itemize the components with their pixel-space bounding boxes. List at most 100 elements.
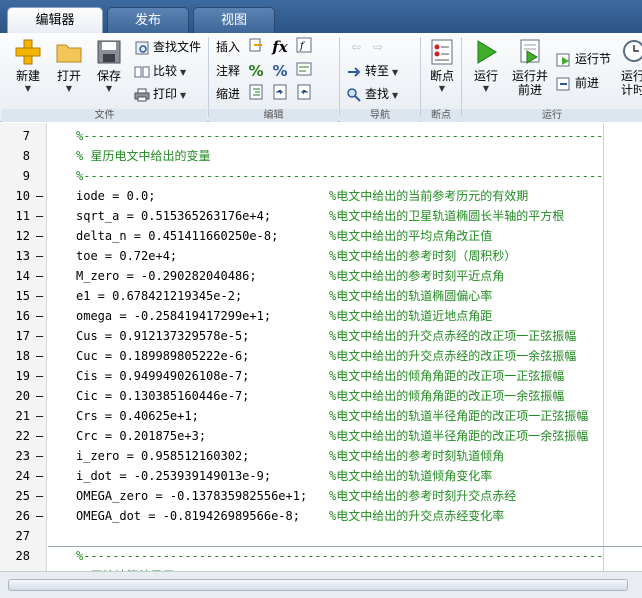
- breakpoint-marker[interactable]: —: [36, 286, 43, 306]
- wrap-comments-icon[interactable]: [294, 61, 314, 81]
- compare-icon: [134, 66, 150, 77]
- code-line[interactable]: 8 % 星历电文中给出的变量: [0, 146, 642, 166]
- code-line[interactable]: 17 — Cus = 0.912137329578e-5; %电文中给出的升交点赤经的…: [0, 326, 642, 346]
- inline-comment: %电文中给出的升交点赤经变化率: [329, 509, 505, 523]
- inline-comment: %电文中给出的倾角角距的改正项一余弦振幅: [329, 389, 565, 403]
- code-text: Crs = 0.40625e+1;: [76, 409, 199, 423]
- code-text: iode = 0.0;: [76, 189, 156, 203]
- decrease-indent-icon[interactable]: [294, 84, 314, 104]
- breakpoint-marker[interactable]: —: [36, 406, 43, 426]
- breakpoint-marker[interactable]: —: [36, 346, 43, 366]
- find-label: 查找: [365, 87, 390, 101]
- line-number: 13: [15, 249, 30, 263]
- breakpoint-marker[interactable]: —: [36, 506, 43, 526]
- comment-percent-icon[interactable]: %: [246, 61, 266, 81]
- advance-button[interactable]: 前进: [556, 73, 599, 93]
- code-editor[interactable]: 7 %--------------------------------------…: [0, 123, 642, 571]
- breakpoint-marker[interactable]: —: [36, 366, 43, 386]
- comment-button[interactable]: 注释: [216, 61, 240, 81]
- code-line[interactable]: 16 — omega = -0.258419417299e+1; %电文中给出的轨道近…: [0, 306, 642, 326]
- tab-publish[interactable]: 发布: [107, 7, 189, 33]
- inline-comment: %电文中给出的参考时刻平近点角: [329, 269, 505, 283]
- compare-button[interactable]: 比较 ▼: [134, 61, 186, 81]
- print-button[interactable]: 打印 ▼: [134, 84, 186, 104]
- back-arrow-icon[interactable]: ⇦: [346, 37, 366, 57]
- goto-button[interactable]: 转至 ▼: [346, 61, 398, 81]
- tab-view[interactable]: 视图: [193, 7, 275, 33]
- code-line[interactable]: 12 — delta_n = 0.451411660250e-8; %电文中给出的平均…: [0, 226, 642, 246]
- breakpoint-marker[interactable]: —: [36, 266, 43, 286]
- insert-section-icon[interactable]: [246, 37, 266, 57]
- uncomment-percent-icon[interactable]: %: [270, 61, 290, 81]
- find-file-button[interactable]: 查找文件: [134, 37, 201, 57]
- insert-function-icon[interactable]: f: [294, 37, 314, 57]
- run-section-button[interactable]: 运行节: [556, 49, 611, 69]
- breakpoint-marker[interactable]: —: [36, 246, 43, 266]
- breakpoint-marker[interactable]: —: [36, 306, 43, 326]
- code-line[interactable]: 20 — Cic = 0.130385160446e-7; %电文中给出的倾角角距的改…: [0, 386, 642, 406]
- new-icon: [15, 39, 41, 65]
- code-line[interactable]: 14 — M_zero = -0.290282040486; %电文中给出的参考时刻平…: [0, 266, 642, 286]
- chevron-down-icon: ▼: [180, 91, 187, 100]
- increase-indent-icon[interactable]: [270, 84, 290, 104]
- open-button[interactable]: 打开 ▼: [49, 37, 89, 105]
- code-line[interactable]: 19 — Cis = 0.949949026108e-7; %电文中给出的倾角角距的改…: [0, 366, 642, 386]
- code-line[interactable]: 22 — Crc = 0.201875e+3; %电文中给出的轨道半径角距的改正项一余…: [0, 426, 642, 446]
- line-number: 27: [15, 529, 30, 543]
- code-text: M_zero = -0.290282040486;: [76, 269, 257, 283]
- edit-group-label: 编辑: [209, 109, 338, 122]
- run-and-time-button[interactable]: 运行 计时: [618, 37, 642, 105]
- breakpoint-marker[interactable]: —: [36, 386, 43, 406]
- code-text: Cic = 0.130385160446e-7;: [76, 389, 250, 403]
- breakpoint-marker[interactable]: —: [36, 206, 43, 226]
- open-label: 打开: [56, 69, 81, 83]
- indent-button[interactable]: 缩进: [216, 84, 240, 104]
- find-button[interactable]: 查找 ▼: [346, 84, 398, 104]
- breakpoint-marker[interactable]: —: [36, 466, 43, 486]
- line-number: 26: [15, 509, 30, 523]
- save-button[interactable]: 保存 ▼: [89, 37, 129, 105]
- scrollbar-thumb[interactable]: [8, 579, 628, 591]
- code-line[interactable]: 23 — i_zero = 0.958512160302; %电文中给出的参考时刻轨道…: [0, 446, 642, 466]
- code-line[interactable]: 21 — Crs = 0.40625e+1; %电文中给出的轨道半径角距的改正项一正弦…: [0, 406, 642, 426]
- inline-comment: %电文中给出的轨道半径角距的改正项一余弦振幅: [329, 429, 589, 443]
- code-line[interactable]: 10 — iode = 0.0; %电文中给出的当前参考历元的有效期: [0, 186, 642, 206]
- smart-indent-icon[interactable]: [246, 84, 266, 104]
- breakpoint-marker[interactable]: —: [36, 426, 43, 446]
- run-button[interactable]: 运行 ▼: [466, 37, 506, 105]
- line-number: 11: [15, 209, 30, 223]
- fx-button[interactable]: fx: [270, 37, 290, 57]
- code-line[interactable]: 13 — toe = 0.72e+4; %电文中给出的参考时刻（周积秒）: [0, 246, 642, 266]
- code-line[interactable]: 26 — OMEGA_dot = -0.819426989566e-8; %电文中给出…: [0, 506, 642, 526]
- run-and-advance-button[interactable]: 运行并 前进: [508, 37, 552, 105]
- code-line[interactable]: 25 — OMEGA_zero = -0.137835982556e+1; %电文中给…: [0, 486, 642, 506]
- goto-label: 转至: [365, 64, 390, 78]
- horizontal-scrollbar[interactable]: [0, 571, 642, 598]
- code-line[interactable]: 15 — e1 = 0.678421219345e-2; %电文中给出的轨道椭圆偏心率: [0, 286, 642, 306]
- code-line[interactable]: 11 — sqrt_a = 0.515365263176e+4; %电文中给出的卫星轨…: [0, 206, 642, 226]
- tab-editor[interactable]: 编辑器: [7, 7, 103, 33]
- section-comment: % 星历电文中给出的变量: [76, 149, 211, 163]
- divider: [461, 37, 462, 117]
- divider: [339, 37, 340, 117]
- breakpoint-marker[interactable]: —: [36, 486, 43, 506]
- code-line[interactable]: 18 — Cuc = 0.189989805222e-6; %电文中给出的升交点赤经的…: [0, 346, 642, 366]
- new-button[interactable]: 新建 ▼: [8, 37, 48, 105]
- code-line[interactable]: 7 %--------------------------------------…: [0, 126, 642, 146]
- breakpoints-button[interactable]: 断点 ▼: [422, 37, 462, 105]
- run-section-icon: [556, 53, 570, 66]
- code-line[interactable]: 24 — i_dot = -0.253939149013e-9; %电文中给出的轨道倾…: [0, 466, 642, 486]
- run-group-label: 运行: [462, 109, 642, 122]
- breakpoint-marker[interactable]: —: [36, 186, 43, 206]
- insert-button[interactable]: 插入: [216, 37, 240, 57]
- code-line[interactable]: 28 %-------------------------------------…: [0, 546, 642, 566]
- inline-comment: %电文中给出的当前参考历元的有效期: [329, 189, 529, 203]
- breakpoint-marker[interactable]: —: [36, 446, 43, 466]
- code-line[interactable]: 27: [0, 526, 642, 546]
- navigate-group-label: 导航: [340, 109, 420, 122]
- breakpoint-marker[interactable]: —: [36, 226, 43, 246]
- breakpoint-marker[interactable]: —: [36, 326, 43, 346]
- chevron-down-icon: ▼: [24, 84, 32, 93]
- code-line[interactable]: 9 %--------------------------------------…: [0, 166, 642, 186]
- forward-arrow-icon[interactable]: ⇨: [368, 37, 388, 57]
